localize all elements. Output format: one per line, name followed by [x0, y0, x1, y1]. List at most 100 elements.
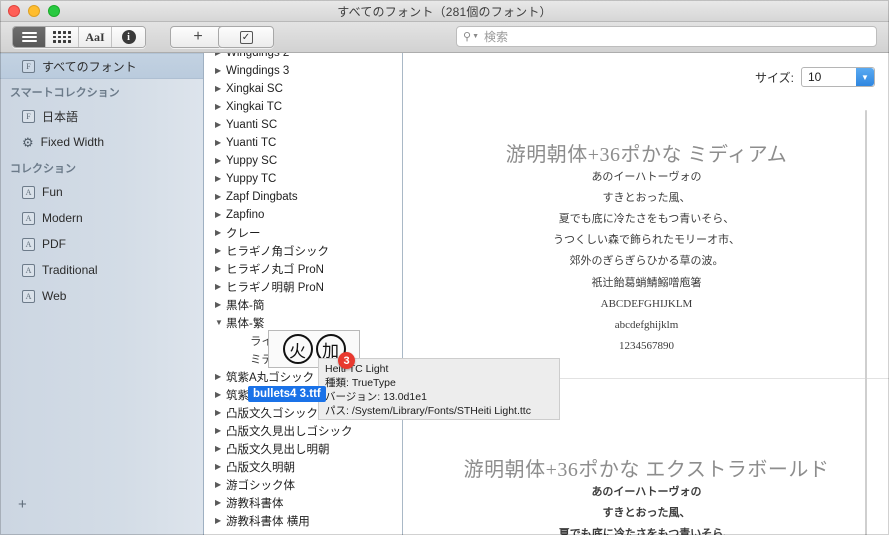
disclosure-triangle-closed-icon[interactable]: ▶ [215, 391, 226, 399]
disclosure-triangle-closed-icon[interactable]: ▶ [215, 121, 226, 129]
font-list-row-label: Zapfino [226, 209, 265, 221]
disclosure-triangle-closed-icon[interactable]: ▶ [215, 463, 226, 471]
window-title: すべてのフォント（281個のフォント） [337, 5, 552, 19]
disclosure-triangle-closed-icon[interactable]: ▶ [215, 53, 226, 57]
sidebar-item-all-fonts[interactable]: F すべてのフォント [0, 53, 203, 79]
collection-box-icon: A [22, 237, 35, 251]
validate-font-button[interactable]: ✓ [218, 26, 274, 48]
sidebar-item-label: Fun [42, 185, 63, 199]
drag-file-badge: bullets4 3.ttf [248, 386, 326, 402]
font-list-row[interactable]: ▶ 凸版文久見出し明朝 [205, 440, 402, 458]
disclosure-triangle-closed-icon[interactable]: ▶ [215, 373, 226, 381]
font-sample-line: 夏でも底に冷たさをもつ青いそら、 [558, 528, 735, 535]
font-sample-line: 祇辻飴葛蛸鯖鰯噌庖箸 [591, 276, 702, 289]
list-view-button[interactable] [13, 27, 46, 47]
sidebar-item-label: Fixed Width [40, 135, 105, 149]
sidebar-item-web[interactable]: A Web [0, 283, 203, 309]
drag-count-badge: 3 [338, 352, 355, 369]
sidebar-item-modern[interactable]: A Modern [0, 205, 203, 231]
add-collection-button[interactable]: + [18, 496, 27, 513]
disclosure-triangle-open-icon[interactable]: ▼ [215, 319, 226, 327]
sample-view-button[interactable]: AaI [79, 27, 112, 47]
sidebar-item-fun[interactable]: A Fun [0, 179, 203, 205]
info-view-button[interactable]: i [112, 27, 145, 47]
font-list-row-label: 黒体-簡 [226, 300, 265, 312]
font-list-row[interactable]: ▶ Yuppy TC [205, 170, 402, 188]
tooltip-line: パス: /System/Library/Fonts/STHeiti Light.… [325, 405, 531, 417]
disclosure-triangle-closed-icon[interactable]: ▶ [215, 445, 226, 453]
disclosure-triangle-closed-icon[interactable]: ▶ [215, 301, 226, 309]
disclosure-triangle-closed-icon[interactable]: ▶ [215, 265, 226, 273]
size-control: サイズ: 10 ▼ [755, 67, 875, 87]
font-list-row[interactable]: ▶ 游ゴシック体 [205, 476, 402, 494]
font-list-row[interactable]: ▶ 凸版文久明朝 [205, 458, 402, 476]
font-list-row[interactable]: ▶ クレー [205, 224, 402, 242]
font-list-row-label: 黒体-繁 [226, 318, 265, 330]
font-list-row-label: 凸版文久見出しゴシック [226, 426, 353, 438]
font-list-row[interactable]: ▶ Yuppy SC [205, 152, 402, 170]
font-list-row[interactable]: ▶ Xingkai SC [205, 80, 402, 98]
font-list-row[interactable]: ▶ Zapfino [205, 206, 402, 224]
font-list-row[interactable]: ▶ 黒体-簡 [205, 296, 402, 314]
disclosure-triangle-closed-icon[interactable]: ▶ [215, 67, 226, 75]
font-sample-title: 游明朝体+36ポかな ミディアム [505, 144, 788, 166]
disclosure-triangle-closed-icon[interactable]: ▶ [215, 427, 226, 435]
drag-char-1: 火 [282, 334, 313, 364]
disclosure-triangle-closed-icon[interactable]: ▶ [215, 499, 226, 507]
sidebar: F すべてのフォント スマートコレクション F 日本語 ⚙ Fixed Widt… [0, 53, 204, 535]
disclosure-triangle-closed-icon[interactable]: ▶ [215, 247, 226, 255]
disclosure-triangle-closed-icon[interactable]: ▶ [215, 193, 226, 201]
sidebar-item-label: 日本語 [42, 109, 79, 124]
font-sample-line: 夏でも底に冷たさをもつ青いそら、 [558, 213, 735, 226]
font-list-row[interactable]: ▶ Xingkai TC [205, 98, 402, 116]
grid-icon [53, 31, 71, 43]
disclosure-triangle-closed-icon[interactable]: ▶ [215, 103, 226, 111]
sidebar-item-japanese[interactable]: F 日本語 [0, 103, 203, 129]
font-list[interactable]: ▶Wingdings 2▶Wingdings 3▶Xingkai SC▶Xing… [205, 53, 403, 535]
font-list-row[interactable]: ▶ Yuanti TC [205, 134, 402, 152]
disclosure-triangle-closed-icon[interactable]: ▶ [215, 229, 226, 237]
disclosure-triangle-closed-icon[interactable]: ▶ [215, 283, 226, 291]
font-list-row-label: 游教科書体 [226, 498, 284, 510]
font-list-row[interactable]: ▶ 游教科書体 [205, 494, 402, 512]
search-placeholder: 検索 [484, 30, 509, 44]
disclosure-triangle-closed-icon[interactable]: ▶ [215, 85, 226, 93]
disclosure-triangle-closed-icon[interactable]: ▶ [215, 409, 226, 417]
font-list-row[interactable]: ▶ ヒラギノ明朝 ProN [205, 278, 402, 296]
sidebar-item-traditional[interactable]: A Traditional [0, 257, 203, 283]
sidebar-item-fixed-width[interactable]: ⚙ Fixed Width [0, 129, 203, 155]
aa-text-icon: AaI [85, 29, 105, 44]
disclosure-triangle-closed-icon[interactable]: ▶ [215, 157, 226, 165]
font-list-row[interactable]: ▶ ヒラギノ角ゴシック [205, 242, 402, 260]
font-list-row[interactable]: ▶Wingdings 2 [205, 53, 402, 62]
font-sample-title: 游明朝体+36ポかな エクストラボールド [463, 459, 830, 481]
sidebar-header-collections: コレクション [10, 163, 76, 175]
font-list-row[interactable]: ▶ ヒラギノ丸ゴ ProN [205, 260, 402, 278]
sidebar-item-pdf[interactable]: A PDF [0, 231, 203, 257]
search-field[interactable]: ⚲ ▼ 検索 [456, 26, 877, 47]
font-list-row[interactable]: ▶ 游教科書体 横用 [205, 512, 402, 530]
font-box-icon: F [22, 109, 35, 123]
view-mode-segmented-control: AaI i [12, 26, 146, 48]
disclosure-triangle-closed-icon[interactable]: ▶ [215, 481, 226, 489]
font-list-row[interactable]: ▶ 凸版文久見出しゴシック [205, 422, 402, 440]
disclosure-triangle-closed-icon[interactable]: ▶ [215, 175, 226, 183]
font-sample-line: うつくしい森で飾られたモリーオ市、 [553, 234, 740, 247]
disclosure-triangle-closed-icon[interactable]: ▶ [215, 211, 226, 219]
grid-view-button[interactable] [46, 27, 79, 47]
collection-box-icon: A [22, 211, 35, 225]
disclosure-triangle-closed-icon[interactable]: ▶ [215, 517, 226, 525]
font-list-row[interactable]: ▶ Zapf Dingbats [205, 188, 402, 206]
font-list-row[interactable]: ▶ Wingdings 3 [205, 62, 402, 80]
font-list-row-label: Yuanti SC [226, 119, 278, 131]
size-input[interactable]: 10 ▼ [801, 67, 875, 87]
size-label: サイズ: [755, 70, 794, 85]
chevron-down-icon[interactable]: ▼ [856, 68, 874, 86]
sidebar-header-smart-collections: スマートコレクション [10, 87, 120, 99]
sidebar-item-label: すべてのフォント [42, 59, 137, 74]
font-list-row[interactable]: ▶ Yuanti SC [205, 116, 402, 134]
font-sample-block: 游明朝体+36ポかな エクストラボールド あのイーハトーヴォの すきとおった風、 夏で… [404, 453, 889, 535]
disclosure-triangle-closed-icon[interactable]: ▶ [215, 139, 226, 147]
font-list-row-label: ヒラギノ明朝 ProN [226, 282, 324, 294]
size-slider-track[interactable] [865, 110, 867, 535]
